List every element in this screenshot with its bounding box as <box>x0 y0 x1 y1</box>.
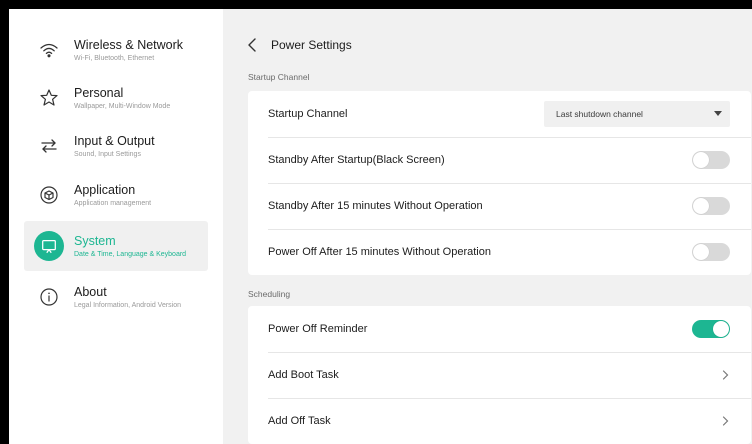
sidebar-item-title: Input & Output <box>74 133 155 148</box>
back-chevron-icon[interactable] <box>245 37 261 53</box>
section-label-scheduling: Scheduling <box>248 289 291 299</box>
sidebar-item-subtitle: Wallpaper, Multi-Window Mode <box>74 102 171 110</box>
select-value: Last shutdown channel <box>556 109 643 119</box>
caret-down-icon <box>714 111 722 116</box>
standby-after-15min-toggle[interactable] <box>692 197 730 215</box>
sidebar-item-title: About <box>74 284 107 299</box>
sidebar-item-subtitle: Date & Time, Language & Keyboard <box>74 250 187 258</box>
sidebar-item-personal[interactable]: Personal Wallpaper, Multi-Window Mode <box>24 73 208 123</box>
wifi-icon <box>34 35 64 65</box>
settings-window: Wireless & Network Wi-Fi, Bluetooth, Eth… <box>9 9 752 444</box>
row-label: Power Off Reminder <box>268 323 368 335</box>
standby-after-startup-toggle[interactable] <box>692 151 730 169</box>
power-off-after-15min-toggle[interactable] <box>692 243 730 261</box>
sidebar-item-subtitle: Legal Information, Android Version <box>74 301 182 309</box>
sidebar-item-application[interactable]: Application Application management <box>24 170 208 220</box>
sidebar-item-subtitle: Wi-Fi, Bluetooth, Ethernet <box>74 54 155 62</box>
page-title: Power Settings <box>271 38 352 52</box>
row-label: Add Boot Task <box>268 369 339 381</box>
standby-after-startup-row[interactable]: Standby After Startup(Black Screen) <box>248 137 751 183</box>
startup-card: Startup Channel Last shutdown channel St… <box>248 91 751 275</box>
row-label: Standby After Startup(Black Screen) <box>268 154 445 166</box>
scheduling-card: Power Off Reminder Add Boot Task Add Off… <box>248 306 751 444</box>
sidebar-item-title: System <box>74 233 116 248</box>
standby-after-15min-row[interactable]: Standby After 15 minutes Without Operati… <box>248 183 751 229</box>
toggle-knob <box>693 152 709 168</box>
section-label-startup: Startup Channel <box>248 72 310 82</box>
main-panel: Power Settings Startup Channel Startup C… <box>223 9 752 444</box>
chevron-right-icon <box>722 416 729 426</box>
toggle-knob <box>713 321 729 337</box>
sidebar-item-subtitle: Application management <box>74 199 152 207</box>
sidebar-item-system[interactable]: System Date & Time, Language & Keyboard <box>24 221 208 271</box>
swap-arrows-icon <box>34 131 64 161</box>
startup-channel-select[interactable]: Last shutdown channel <box>544 101 730 127</box>
startup-channel-row[interactable]: Startup Channel Last shutdown channel <box>248 91 751 137</box>
info-icon <box>34 282 64 312</box>
page-header: Power Settings <box>245 37 352 53</box>
cube-icon <box>34 180 64 210</box>
sidebar-item-about[interactable]: About Legal Information, Android Version <box>24 272 208 322</box>
sidebar-item-title: Wireless & Network <box>74 37 184 52</box>
sidebar: Wireless & Network Wi-Fi, Bluetooth, Eth… <box>9 9 223 444</box>
sidebar-item-wireless-network[interactable]: Wireless & Network Wi-Fi, Bluetooth, Eth… <box>24 25 208 75</box>
power-off-after-15min-row[interactable]: Power Off After 15 minutes Without Opera… <box>248 229 751 275</box>
sidebar-item-subtitle: Sound, Input Settings <box>74 150 141 158</box>
add-off-task-row[interactable]: Add Off Task <box>248 398 751 444</box>
row-label: Power Off After 15 minutes Without Opera… <box>268 246 491 258</box>
row-label: Startup Channel <box>268 108 348 120</box>
row-label: Standby After 15 minutes Without Operati… <box>268 200 483 212</box>
sidebar-item-title: Application <box>74 182 136 197</box>
chevron-right-icon <box>722 370 729 380</box>
toggle-knob <box>693 244 709 260</box>
sidebar-item-input-output[interactable]: Input & Output Sound, Input Settings <box>24 121 208 171</box>
power-off-reminder-row[interactable]: Power Off Reminder <box>248 306 751 352</box>
sidebar-item-title: Personal <box>74 85 124 100</box>
toggle-knob <box>693 198 709 214</box>
power-off-reminder-toggle[interactable] <box>692 320 730 338</box>
monitor-icon <box>34 231 64 261</box>
add-boot-task-row[interactable]: Add Boot Task <box>248 352 751 398</box>
star-icon <box>34 83 64 113</box>
row-label: Add Off Task <box>268 415 331 427</box>
